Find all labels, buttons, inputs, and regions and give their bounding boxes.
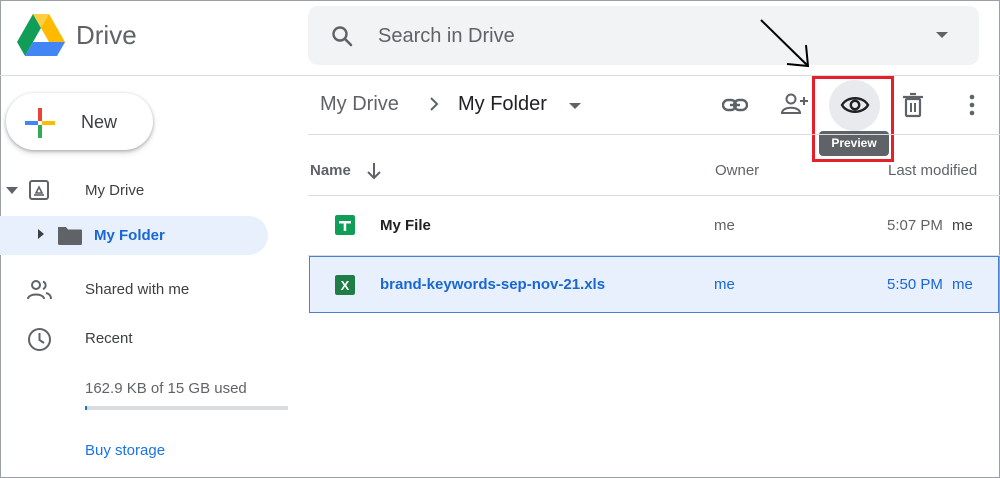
google-sheets-icon: [335, 215, 355, 235]
header-divider: [308, 195, 1000, 196]
expand-my-drive-icon[interactable]: [6, 187, 18, 194]
link-icon[interactable]: [722, 92, 748, 118]
more-vert-icon[interactable]: [966, 93, 978, 117]
breadcrumb-my-folder[interactable]: My Folder: [458, 93, 547, 116]
breadcrumb-my-drive[interactable]: My Drive: [320, 93, 399, 116]
chevron-right-icon: [430, 97, 439, 111]
app-brand[interactable]: Drive: [76, 20, 137, 51]
add-person-icon[interactable]: [780, 91, 810, 117]
plus-icon: [25, 108, 55, 138]
buy-storage-link[interactable]: Buy storage: [85, 442, 165, 459]
toolbar-divider: [308, 134, 1000, 135]
excel-file-icon: X: [335, 275, 355, 295]
annotation-arrow-icon: [760, 19, 810, 68]
file-owner: me: [714, 276, 735, 293]
folder-icon: [58, 227, 82, 245]
file-modified-by: me: [952, 217, 973, 234]
my-drive-icon: [29, 180, 49, 200]
storage-usage-text: 162.9 KB of 15 GB used: [85, 380, 247, 397]
sort-arrow-down-icon[interactable]: [366, 162, 382, 180]
column-header-name[interactable]: Name: [310, 162, 351, 179]
file-modified-time: 5:50 PM: [887, 276, 943, 293]
file-owner: me: [714, 217, 735, 234]
sidebar-item-my-drive[interactable]: My Drive: [85, 182, 144, 199]
svg-text:X: X: [341, 278, 350, 293]
clock-icon: [28, 328, 51, 351]
file-name-my-file[interactable]: My File: [380, 217, 431, 234]
sidebar-item-recent[interactable]: Recent: [85, 330, 133, 347]
storage-usage-fill: [85, 406, 87, 410]
file-name-brand-keywords[interactable]: brand-keywords-sep-nov-21.xls: [380, 276, 605, 293]
new-button-label: New: [81, 112, 118, 132]
expand-my-folder-icon[interactable]: [38, 229, 44, 239]
file-modified-by: me: [952, 276, 973, 293]
search-input[interactable]: Search in Drive: [378, 25, 515, 48]
sidebar-item-shared-with-me[interactable]: Shared with me: [85, 281, 189, 298]
drive-logo-icon[interactable]: [17, 14, 65, 56]
column-header-last-modified[interactable]: Last modified: [888, 162, 977, 179]
file-modified-time: 5:07 PM: [887, 217, 943, 234]
search-options-dropdown-icon[interactable]: [936, 32, 948, 38]
storage-usage-bar: [85, 406, 288, 410]
folder-actions-dropdown-icon[interactable]: [569, 103, 581, 109]
trash-icon[interactable]: [902, 92, 924, 118]
column-header-owner[interactable]: Owner: [715, 162, 759, 179]
sidebar-item-my-folder-label: My Folder: [94, 227, 165, 244]
search-icon[interactable]: [330, 24, 354, 48]
shared-people-icon: [27, 280, 52, 300]
